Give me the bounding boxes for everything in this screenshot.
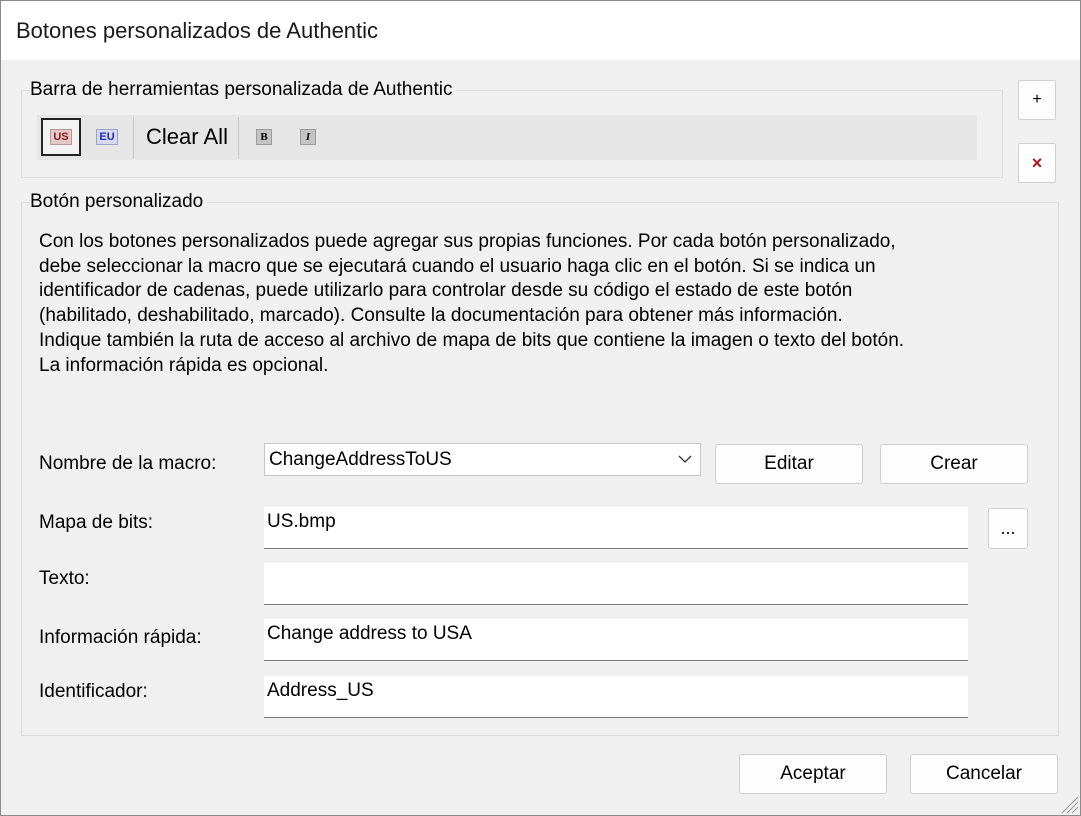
ellipsis-icon: ...	[1000, 518, 1016, 538]
chevron-down-icon	[678, 455, 692, 463]
macro-name-select[interactable]: ChangeAddressToUS	[264, 443, 701, 476]
add-button-button[interactable]: +	[1018, 80, 1056, 120]
toolbar-button-bold[interactable]: B	[249, 118, 279, 156]
dialog-title: Botones personalizados de Authentic	[16, 18, 379, 43]
text-label: Texto:	[39, 568, 90, 589]
clear-all-label: Clear All	[146, 124, 228, 149]
toolbar-button-italic[interactable]: I	[293, 118, 323, 156]
ok-button[interactable]: Aceptar	[739, 754, 887, 794]
italic-icon: I	[300, 129, 316, 145]
dialog-window: Botones personalizados de Authentic Barr…	[0, 0, 1081, 816]
description-text: Con los botones personalizados puede agr…	[39, 231, 905, 376]
edit-macro-button[interactable]: Editar	[715, 444, 863, 484]
toolbar-button-us[interactable]: US	[41, 118, 81, 156]
delete-button-button[interactable]: ×	[1018, 143, 1056, 183]
eu-flag-icon: EU	[96, 129, 118, 145]
title-bar[interactable]: Botones personalizados de Authentic	[1, 1, 1080, 60]
resize-grip-icon[interactable]	[1059, 794, 1079, 814]
us-flag-icon: US	[50, 129, 72, 145]
tooltip-field[interactable]: Change address to USA	[264, 619, 968, 661]
identifier-label: Identificador:	[39, 681, 148, 702]
delete-icon: ×	[1031, 152, 1043, 173]
custom-toolbar: US EU Clear All B I	[37, 115, 977, 160]
toolbar-group-label: Barra de herramientas personalizada de A…	[30, 79, 457, 101]
macro-name-label: Nombre de la macro:	[39, 453, 217, 474]
identifier-field[interactable]: Address_US	[264, 676, 968, 718]
bold-icon: B	[256, 129, 272, 145]
bitmap-field[interactable]: US.bmp	[264, 507, 968, 549]
tooltip-label: Información rápida:	[39, 627, 202, 648]
toolbar-separator	[238, 117, 239, 159]
text-field[interactable]	[264, 563, 968, 605]
custom-button-group-label: Botón personalizado	[30, 191, 208, 213]
toolbar-button-clear-all[interactable]: Clear All	[137, 118, 237, 156]
toolbar-separator	[133, 117, 134, 159]
toolbar-button-eu[interactable]: EU	[89, 118, 125, 156]
macro-name-value: ChangeAddressToUS	[269, 449, 452, 470]
browse-bitmap-button[interactable]: ...	[988, 508, 1028, 549]
plus-icon: +	[1032, 91, 1042, 108]
cancel-button[interactable]: Cancelar	[910, 754, 1058, 794]
create-macro-button[interactable]: Crear	[880, 444, 1028, 484]
bitmap-label: Mapa de bits:	[39, 512, 154, 533]
